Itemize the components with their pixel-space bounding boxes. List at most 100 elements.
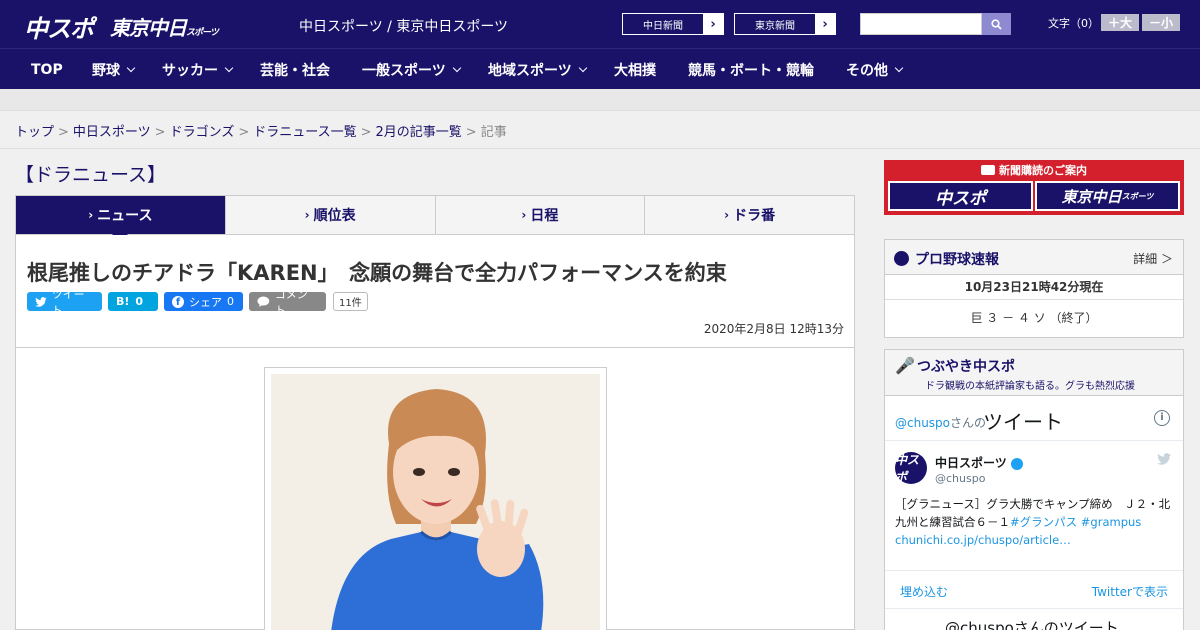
timeline-footer: 埋め込む Twitterで表示 bbox=[885, 571, 1183, 609]
timeline-san: さんの bbox=[950, 416, 987, 430]
breadcrumb-link-dragons[interactable]: ドラゴンズ bbox=[170, 125, 235, 140]
nav-label: 大相撲 bbox=[614, 62, 656, 79]
search-button[interactable] bbox=[982, 13, 1011, 35]
nav-item-general-sports[interactable]: 一般スポーツ bbox=[362, 49, 461, 90]
hatena-bookmark-button[interactable]: B! 0 bbox=[108, 292, 158, 311]
twitter-widget: 🎤 つぶやき中スポ ドラ観戦の本紙評論家も語る。グラも熱烈応援 @chuspoさ… bbox=[884, 349, 1184, 630]
facebook-share-label: シェア bbox=[189, 295, 222, 309]
article-headline: 根尾推しのチアドラ「KAREN」 念願の舞台で全力パフォーマンスを約束 bbox=[27, 261, 727, 285]
breadcrumb-link-february[interactable]: 2月の記事一覧 bbox=[376, 125, 462, 140]
chevron-down-icon bbox=[578, 63, 587, 72]
article-photo bbox=[271, 374, 600, 630]
nav-label: サッカー bbox=[162, 62, 218, 79]
baseball-scores-widget: プロ野球速報 詳細 ＞ 10月23日21時42分現在 巨 ３ － ４ ソ （終了… bbox=[884, 239, 1184, 338]
font-size-label: 文字（0） bbox=[1048, 17, 1099, 30]
published-date: 2020年2月8日 12時13分 bbox=[703, 322, 844, 336]
nav-item-entertainment[interactable]: 芸能・社会 bbox=[260, 49, 330, 90]
comment-button[interactable]: コメント bbox=[249, 288, 326, 317]
font-size-down-button[interactable]: －小 bbox=[1142, 14, 1180, 31]
section-title: 【ドラニュース】 bbox=[15, 164, 167, 186]
tweet-label: ツイート bbox=[51, 287, 85, 317]
nav-item-top[interactable]: TOP bbox=[31, 49, 63, 90]
hatena-count: 0 bbox=[135, 295, 144, 308]
tweet-author-text: 中日スポーツ bbox=[935, 456, 1007, 470]
article-divider bbox=[16, 347, 854, 348]
nav-item-other[interactable]: その他 bbox=[846, 49, 904, 90]
breadcrumb-link-dra-news[interactable]: ドラニュース一覧 bbox=[253, 125, 356, 140]
subscribe-title-text: 新聞購読のご案内 bbox=[999, 164, 1087, 177]
facebook-share-button[interactable]: f シェア 0 bbox=[164, 292, 243, 311]
newspaper-icon bbox=[981, 165, 995, 175]
timeline-footer-title: @chuspoさんのツイート bbox=[885, 609, 1183, 630]
tweet-author-name[interactable]: 中日スポーツ bbox=[935, 454, 1023, 471]
twitter-widget-header: 🎤 つぶやき中スポ ドラ観戦の本紙評論家も語る。グラも熱烈応援 bbox=[885, 350, 1183, 396]
baseball-widget-header: プロ野球速報 詳細 ＞ bbox=[885, 240, 1183, 275]
timeline-handle-text: @chuspo bbox=[895, 416, 951, 430]
baseball-details-link[interactable]: 詳細 ＞ bbox=[1133, 250, 1173, 267]
view-on-twitter-link[interactable]: Twitterで表示 bbox=[1092, 583, 1168, 600]
font-size-up-button[interactable]: ＋大 bbox=[1101, 14, 1139, 31]
twitter-bird-icon[interactable] bbox=[1157, 453, 1171, 469]
nav-item-racing[interactable]: 競馬・ボート・競輪 bbox=[688, 49, 814, 90]
tab-label: ニュース bbox=[97, 208, 153, 224]
timeline-title: ツイート bbox=[983, 410, 1063, 434]
tokyo-shimbun-label: 東京新聞 bbox=[755, 20, 795, 32]
nav-label: 競馬・ボート・競輪 bbox=[688, 62, 814, 79]
breadcrumb-separator: > bbox=[154, 125, 166, 140]
article-photo-frame[interactable] bbox=[264, 367, 607, 630]
share-buttons: ツイート B! 0 f シェア 0 コメント 11件 bbox=[27, 288, 368, 317]
tweet-link[interactable]: chunichi.co.jp/chuspo/article… bbox=[895, 533, 1071, 547]
nav-item-local-sports[interactable]: 地域スポーツ bbox=[488, 49, 587, 90]
subscribe-tokyo-small: スポーツ bbox=[1121, 191, 1154, 201]
tweet-card[interactable]: 中スポ 中日スポーツ @chuspo ［グラニュース］グラ大勝でキャンプ締め Ｊ… bbox=[885, 441, 1183, 571]
tweet-hashtags[interactable]: #グランパス #grampus bbox=[1010, 515, 1141, 529]
subscribe-chuspo-logo: 中スポ bbox=[888, 181, 1033, 211]
info-icon[interactable]: i bbox=[1154, 410, 1170, 426]
nav-item-soccer[interactable]: サッカー bbox=[162, 49, 234, 90]
site-title: 中日スポーツ / 東京中日スポーツ bbox=[299, 19, 509, 35]
top-header: 中スポ 東京中日スポーツ 中日スポーツ / 東京中日スポーツ 中日新聞 › 東京… bbox=[0, 0, 1200, 48]
chevron-right-icon: › bbox=[703, 14, 723, 34]
tokyo-logo-main: 東京中日 bbox=[110, 16, 187, 40]
search-input[interactable] bbox=[860, 13, 982, 35]
chevron-down-icon bbox=[224, 63, 234, 72]
tweet-author-handle[interactable]: @chuspo bbox=[935, 472, 985, 485]
tokyo-chunichi-logo[interactable]: 東京中日スポーツ bbox=[110, 12, 219, 41]
chunichi-shimbun-button[interactable]: 中日新聞 › bbox=[622, 13, 724, 35]
comment-count: 11件 bbox=[333, 292, 368, 311]
nav-item-baseball[interactable]: 野球 bbox=[92, 49, 136, 90]
facebook-count: 0 bbox=[227, 295, 234, 308]
baseball-widget-title: プロ野球速報 bbox=[915, 252, 999, 268]
verified-badge-icon bbox=[1010, 457, 1023, 470]
nav-item-sumo[interactable]: 大相撲 bbox=[614, 49, 656, 90]
chevron-right-icon: › bbox=[521, 208, 527, 222]
tab-standings[interactable]: › 順位表 bbox=[226, 196, 436, 234]
main-nav: TOP 野球 サッカー 芸能・社会 一般スポーツ 地域スポーツ 大相撲 競馬・ボ… bbox=[0, 48, 1200, 89]
chevron-right-icon: › bbox=[304, 208, 310, 222]
cheerleader-photo bbox=[271, 374, 600, 630]
avatar[interactable]: 中スポ bbox=[895, 452, 927, 484]
breadcrumb-link-top[interactable]: トップ bbox=[15, 125, 54, 140]
search-icon bbox=[991, 18, 1002, 30]
twitter-bird-icon bbox=[35, 296, 47, 307]
header-spacer bbox=[0, 89, 1200, 111]
timeline-handle[interactable]: @chuspoさんの bbox=[895, 414, 986, 431]
article: 根尾推しのチアドラ「KAREN」 念願の舞台で全力パフォーマンスを約束 ツイート… bbox=[15, 235, 855, 630]
score-line[interactable]: 巨 ３ － ４ ソ （終了） bbox=[885, 300, 1183, 336]
breadcrumb-link-chunichi-sports[interactable]: 中日スポーツ bbox=[73, 125, 151, 140]
subscribe-banner[interactable]: 新聞購読のご案内 中スポ 東京中日 スポーツ bbox=[884, 160, 1184, 215]
chuspo-logo[interactable]: 中スポ bbox=[24, 9, 94, 44]
tab-schedule[interactable]: › 日程 bbox=[436, 196, 646, 234]
tweet-button[interactable]: ツイート bbox=[27, 288, 102, 317]
breadcrumb: トップ > 中日スポーツ > ドラゴンズ > ドラニュース一覧 >2月の記事一覧 > 記事 bbox=[15, 121, 507, 140]
facebook-icon: f bbox=[172, 295, 184, 308]
chevron-right-icon: › bbox=[724, 208, 730, 222]
tokyo-shimbun-button[interactable]: 東京新聞 › bbox=[734, 13, 836, 35]
subscribe-tokyo-main: 東京中日 bbox=[1061, 187, 1122, 206]
tab-label: ドラ番 bbox=[733, 208, 776, 224]
timeline-footer-text[interactable]: @chuspoさんのツイート bbox=[945, 617, 1119, 630]
embed-link[interactable]: 埋め込む bbox=[900, 583, 948, 600]
tab-news[interactable]: › ニュース bbox=[16, 196, 226, 242]
tab-label: 順位表 bbox=[313, 208, 356, 224]
tab-dora-ban[interactable]: › ドラ番 bbox=[645, 196, 854, 234]
